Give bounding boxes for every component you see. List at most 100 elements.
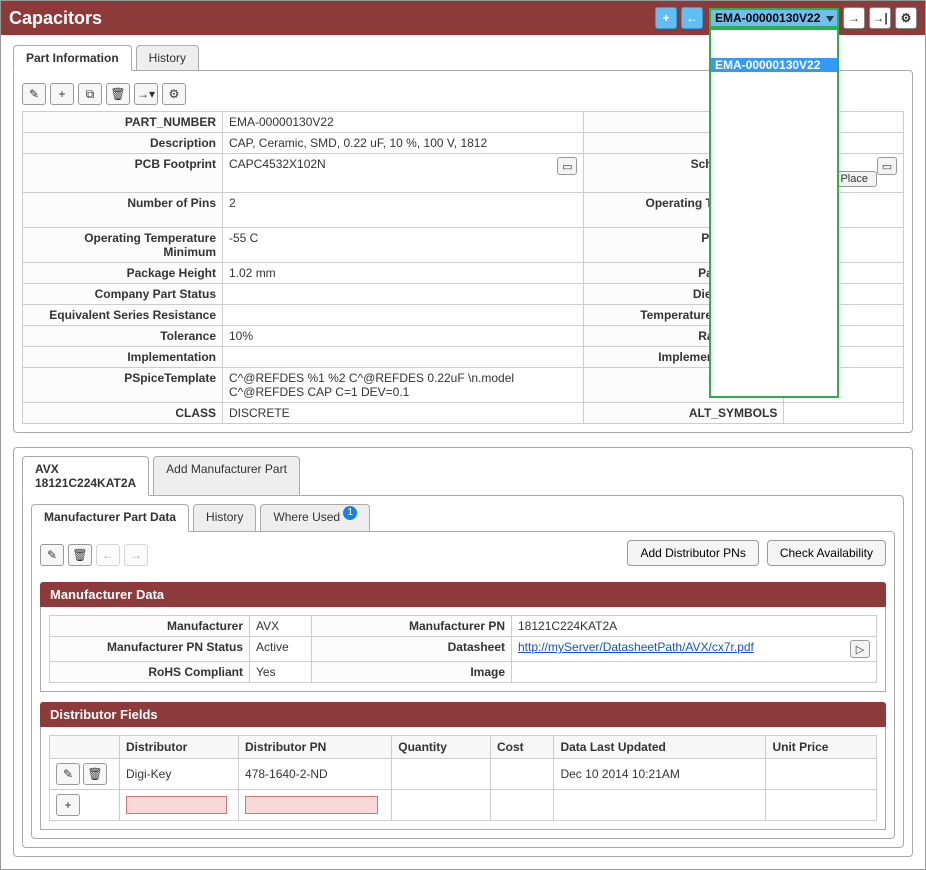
dist-cell	[490, 759, 554, 790]
part-selector-option[interactable]: EMA-00000150V22	[711, 100, 837, 114]
dist-cell	[392, 759, 491, 790]
field-label: Manufacturer	[50, 616, 250, 637]
row-edit-button[interactable]: ✎	[56, 763, 80, 785]
tab-where-used-label: Where Used	[273, 510, 340, 524]
browse-icon[interactable]: ▭	[877, 157, 897, 175]
field-value	[223, 305, 584, 326]
tab-add-mfr[interactable]: Add Manufacturer Part	[153, 456, 300, 496]
dist-cell	[766, 759, 877, 790]
tab-mfr-avx[interactable]: AVX 18121C224KAT2A	[22, 456, 149, 496]
add-button[interactable]: +	[50, 83, 74, 105]
field-value	[223, 347, 584, 368]
new-distributor-input[interactable]	[126, 796, 227, 814]
field-label: Manufacturer PN Status	[50, 637, 250, 662]
open-icon[interactable]: ▷	[850, 640, 870, 658]
part-selector-option[interactable]: EMA-00000381V22	[711, 198, 837, 212]
part-selector-option[interactable]: EMA-00000398V22	[711, 380, 837, 394]
field-value: Yes	[250, 662, 312, 683]
tab-where-used[interactable]: Where Used1	[260, 504, 370, 532]
dist-column-header: Distributor PN	[239, 736, 392, 759]
part-selector-option[interactable]: EMA-00000377V22	[711, 170, 837, 184]
part-selector-option[interactable]: EMA-00000388V22	[711, 296, 837, 310]
part-selector-option[interactable]: EMA-00000374V22	[711, 128, 837, 142]
field-value	[784, 403, 904, 424]
field-value: CAP, Ceramic, SMD, 0.22 uF, 10 %, 100 V,…	[223, 133, 584, 154]
part-selector-option[interactable]: EMA-00000396V22	[711, 366, 837, 380]
where-used-badge: 1	[343, 506, 357, 520]
part-selector-option[interactable]: EMA-00000372V22	[711, 114, 837, 128]
row-add-button[interactable]: +	[56, 794, 80, 816]
tab-part-information[interactable]: Part Information	[13, 45, 132, 71]
manufacturer-data-table: ManufacturerAVXManufacturer PN18121C224K…	[49, 615, 877, 683]
new-distributor-pn-input[interactable]	[245, 796, 378, 814]
copy-button[interactable]: ⧉	[78, 83, 102, 105]
nav-last-button[interactable]: →|	[869, 7, 891, 29]
dist-cell: Dec 10 2014 10:21AM	[554, 759, 766, 790]
part-selector-option[interactable]: EMA-00000382V22	[711, 212, 837, 226]
datasheet-link[interactable]: http://myServer/DatasheetPath/AVX/cx7r.p…	[518, 640, 754, 654]
mfr-delete-button[interactable]: 🗑	[68, 544, 92, 566]
part-selector-option[interactable]: EMA-00000124V22	[711, 30, 837, 44]
field-value: C^@REFDES %1 %2 C^@REFDES 0.22uF \n.mode…	[223, 368, 584, 403]
nav-settings-button[interactable]: ⚙	[895, 7, 917, 29]
part-selector-option[interactable]: EMA-00000386V22	[711, 268, 837, 282]
part-selector-option[interactable]: EMA-00000135V22	[711, 72, 837, 86]
export-button[interactable]: →▾	[134, 83, 158, 105]
field-value	[223, 284, 584, 305]
part-selector-option[interactable]: EMA-00000375V22	[711, 142, 837, 156]
dist-column-header: Data Last Updated	[554, 736, 766, 759]
field-value: http://myServer/DatasheetPath/AVX/cx7r.p…	[512, 637, 877, 662]
delete-button[interactable]: 🗑	[106, 83, 130, 105]
part-selector-option[interactable]: EMA-00000128V22	[711, 44, 837, 58]
nav-add-button[interactable]: +	[655, 7, 677, 29]
part-selector-option[interactable]: EMA-00000390V22	[711, 324, 837, 338]
dist-column-header: Cost	[490, 736, 554, 759]
field-value: 10%	[223, 326, 584, 347]
field-label: ALT_SYMBOLS	[584, 403, 784, 424]
tab-mfr-part-data[interactable]: Manufacturer Part Data	[31, 504, 189, 532]
field-value: 1.02 mm	[223, 263, 584, 284]
part-selector-option[interactable]: EMA-00000387V22	[711, 282, 837, 296]
field-label: Manufacturer PN	[312, 616, 512, 637]
field-value	[512, 662, 877, 683]
dist-cell: 478-1640-2-ND	[239, 759, 392, 790]
nav-prev-blue-button[interactable]: ←	[681, 7, 703, 29]
field-label: Equivalent Series Resistance	[23, 305, 223, 326]
part-selector-option[interactable]: EMA-00000392V22	[711, 338, 837, 352]
mfr-edit-button[interactable]: ✎	[40, 544, 64, 566]
mfr-prev-button: ←	[96, 544, 120, 566]
field-value: EMA-00000130V22	[223, 112, 584, 133]
part-selector-option[interactable]: EMA-00000394V22	[711, 352, 837, 366]
check-availability-button[interactable]: Check Availability	[767, 540, 886, 566]
field-value: 18121C224KAT2A	[512, 616, 877, 637]
part-selector-dropdown[interactable]: EMA-00000124V22EMA-00000128V22EMA-000001…	[709, 28, 839, 398]
part-selector[interactable]: EMA-00000130V22	[709, 8, 839, 28]
nav-next-button[interactable]: →	[843, 7, 865, 29]
dist-cell: Digi-Key	[120, 759, 239, 790]
part-selector-option[interactable]: EMA-00000389V22	[711, 310, 837, 324]
settings-button[interactable]: ⚙	[162, 83, 186, 105]
part-selector-option[interactable]: EMA-00000137V22	[711, 86, 837, 100]
field-label: Image	[312, 662, 512, 683]
part-selector-option[interactable]: EMA-00000384V22	[711, 240, 837, 254]
browse-icon[interactable]: ▭	[557, 157, 577, 175]
add-distributor-pns-button[interactable]: Add Distributor PNs	[627, 540, 758, 566]
part-selector-option[interactable]: EMA-00000130V22	[711, 58, 837, 72]
part-selector-option[interactable]: EMA-00000383V22	[711, 226, 837, 240]
page-title: Capacitors	[9, 8, 651, 29]
mfr-tab-line1: AVX	[35, 462, 136, 476]
row-delete-button[interactable]: 🗑	[83, 763, 107, 785]
edit-button[interactable]: ✎	[22, 83, 46, 105]
field-value: AVX	[250, 616, 312, 637]
part-selector-option[interactable]: EMA-00000376V22	[711, 156, 837, 170]
tab-history[interactable]: History	[136, 45, 199, 71]
tab-mfr-history[interactable]: History	[193, 504, 256, 532]
field-label: CLASS	[23, 403, 223, 424]
field-value: Active	[250, 637, 312, 662]
part-selector-option[interactable]: EMA-00000378V22	[711, 184, 837, 198]
field-label: PCB Footprint	[23, 154, 223, 193]
part-selector-option[interactable]: EMA-00000399V22	[711, 394, 837, 398]
field-label: Description	[23, 133, 223, 154]
field-value: 2	[223, 193, 584, 228]
part-selector-option[interactable]: EMA-00000385V22	[711, 254, 837, 268]
